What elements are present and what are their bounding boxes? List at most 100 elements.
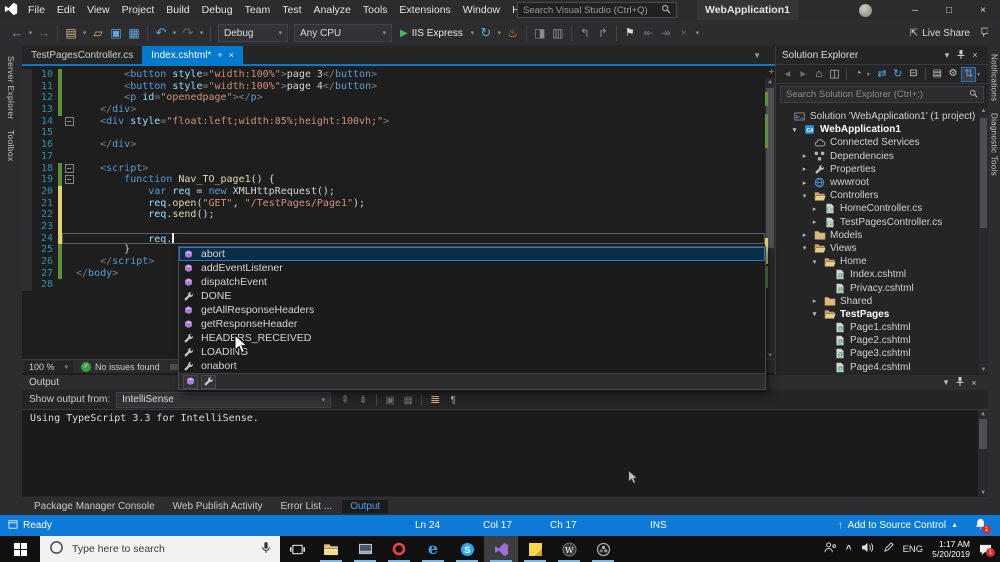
scroll-up-icon[interactable]: ▲ [979,108,988,114]
menu-tools[interactable]: Tools [357,4,394,16]
undo-icon[interactable]: ↶ [152,26,170,40]
intellisense-item-onabort[interactable]: onabort [179,359,765,373]
breakpoint-margin[interactable] [22,220,32,233]
dropdown-caret-icon[interactable]: ▾ [170,29,179,37]
intellisense-item-done[interactable]: DONE [179,289,765,303]
quick-search-box[interactable]: Search Visual Studio (Ctrl+Q) [517,2,677,18]
breakpoint-margin[interactable] [22,162,32,175]
file-explorer-icon[interactable] [314,536,348,562]
fold-marker-icon[interactable]: − [64,116,74,126]
menu-build[interactable]: Build [160,4,195,16]
panel-tab-output[interactable]: Output [342,499,389,513]
scroll-up-icon[interactable]: ▲ [765,78,775,85]
scroll-down-icon[interactable]: ▼ [978,489,988,496]
se-show-all-files-icon[interactable]: ▤ [930,67,945,82]
notifications-bell-button[interactable]: 1 [975,515,991,536]
clock[interactable]: 1:17 AM 5/20/2019 [932,539,970,559]
expand-icon[interactable]: ▸ [800,165,809,173]
solution-explorer-scrollbar[interactable]: ▲ ▼ [979,108,988,373]
dropdown-caret-icon[interactable]: ▾ [197,29,206,37]
opera-icon[interactable] [382,536,416,562]
code-line-14[interactable]: 14 − <div style="float:left;width:85%;hei… [22,115,765,128]
code-line-20[interactable]: 20 var req = new XMLHttpRequest(); [22,185,765,198]
sticky-notes-icon[interactable] [518,536,552,562]
menu-project[interactable]: Project [116,4,161,16]
close-icon[interactable]: × [229,50,234,60]
scroll-down-icon[interactable]: ▼ [765,352,775,359]
side-tab-notifications[interactable]: Notifications [990,54,999,101]
zoom-level-dropdown[interactable]: 100 % ▾ [24,360,74,373]
save-all-icon[interactable]: ▦ [125,27,143,40]
expand-icon[interactable]: ▸ [800,231,809,239]
tree-item-controllers[interactable]: ▾ Controllers [776,189,979,202]
se-switch-views-icon[interactable]: ◫ [827,67,842,82]
breakpoint-margin[interactable] [22,115,32,128]
redo-icon[interactable]: ↷ [179,26,197,40]
output-source-dropdown[interactable]: IntelliSense ▾ [116,391,332,408]
out-clear-all-icon[interactable]: ≣ [427,393,443,406]
start-button[interactable] [0,536,40,562]
close-button[interactable]: × [966,0,1000,20]
tree-item-testpagescontroller-cs[interactable]: ▸ C# TestPagesController.cs [776,216,979,229]
intellisense-item-getresponseheader[interactable]: getResponseHeader [179,317,765,331]
code-line-11[interactable]: 11 <button style="width:100%">page 4</bu… [22,80,765,93]
breakpoint-margin[interactable] [22,244,32,256]
menu-file[interactable]: File [22,4,51,16]
code-line-15[interactable]: 15 [22,127,765,140]
document-tab-testpagescontroller-cs[interactable]: TestPagesController.cs [22,46,142,64]
expand-icon[interactable]: ▸ [800,152,809,160]
breakpoint-margin[interactable] [22,279,32,292]
action-center-icon[interactable]: 1 [979,543,995,557]
pen-icon[interactable] [883,542,894,556]
tree-item-index-cshtml[interactable]: @ Index.cshtml [776,268,979,281]
fold-marker-icon[interactable]: − [64,175,74,185]
tree-item-webapplication1[interactable]: ▾ C# WebApplication1 [776,123,979,136]
out-next-message-icon[interactable]: ⇟ [355,394,371,406]
side-tab-diagnostic-tools[interactable]: Diagnostic Tools [990,113,999,176]
code-line-17[interactable]: 17 [22,150,765,163]
menu-analyze[interactable]: Analyze [308,4,357,16]
intellisense-item-loading[interactable]: LOADING [179,345,765,359]
tree-item-privacy-cshtml[interactable]: @ Privacy.cshtml [776,281,979,294]
tree-item-page2-cshtml[interactable]: @ Page2.cshtml [776,334,979,347]
dropdown-caret-icon[interactable]: ▾ [468,29,477,37]
dropdown-caret-icon[interactable]: ▾ [867,71,874,78]
w-app-icon[interactable]: W [552,536,586,562]
dropdown-caret-icon[interactable]: ▾ [977,71,984,78]
platform-dropdown[interactable]: Any CPU ▾ [294,24,392,42]
menu-extensions[interactable]: Extensions [393,4,456,16]
obs-icon[interactable] [586,536,620,562]
dropdown-caret-icon[interactable]: ▾ [495,29,504,37]
menu-debug[interactable]: Debug [196,4,239,16]
code-line-12[interactable]: 12 <p id="openedpage"></p> [22,92,765,105]
code-line-18[interactable]: 18 − <script> [22,162,765,175]
nav-backward-icon[interactable]: ← [8,26,26,40]
expand-icon[interactable]: ▸ [800,179,809,187]
breakpoint-margin[interactable] [22,232,32,245]
user-avatar[interactable] [859,3,872,17]
fold-marker-icon[interactable]: − [64,163,74,173]
window-position-icon[interactable]: ▾ [939,377,953,388]
breakpoint-margin[interactable] [22,69,32,81]
scrollbar-thumb[interactable] [766,88,774,248]
collapse-icon[interactable]: ▾ [800,192,809,200]
tree-item-home[interactable]: ▾ Home [776,255,979,268]
add-to-source-control-button[interactable]: ↑ Add to Source Control ▲ [838,515,958,536]
se-home-icon[interactable]: ⌂ [812,67,827,82]
command-window-icon[interactable]: ▥ [549,27,567,40]
se-forward-icon[interactable]: ▸ [796,67,811,82]
editor-vertical-scrollbar[interactable]: ▲ ▼ [765,78,775,359]
tree-item-models[interactable]: ▸ Models [776,229,979,242]
issues-indicator[interactable]: ✓ No issues found [81,361,160,372]
tree-item-homecontroller-cs[interactable]: ▸ C# HomeController.cs [776,202,979,215]
find-in-files-icon[interactable]: ◨ [531,27,549,40]
code-line-16[interactable]: 16 </div> [22,139,765,151]
people-icon[interactable] [824,542,837,556]
collapse-icon[interactable]: ▾ [810,258,819,266]
expand-icon[interactable]: ▸ [810,218,819,226]
bookmark-icon[interactable]: ⚑ [621,27,639,39]
debug-target-dropdown[interactable]: Debug ▾ [218,24,288,42]
scroll-down-icon[interactable]: ▼ [979,367,988,373]
intellisense-item-getallresponseheaders[interactable]: getAllResponseHeaders [179,303,765,317]
tree-item-connected-services[interactable]: Connected Services [776,136,979,149]
